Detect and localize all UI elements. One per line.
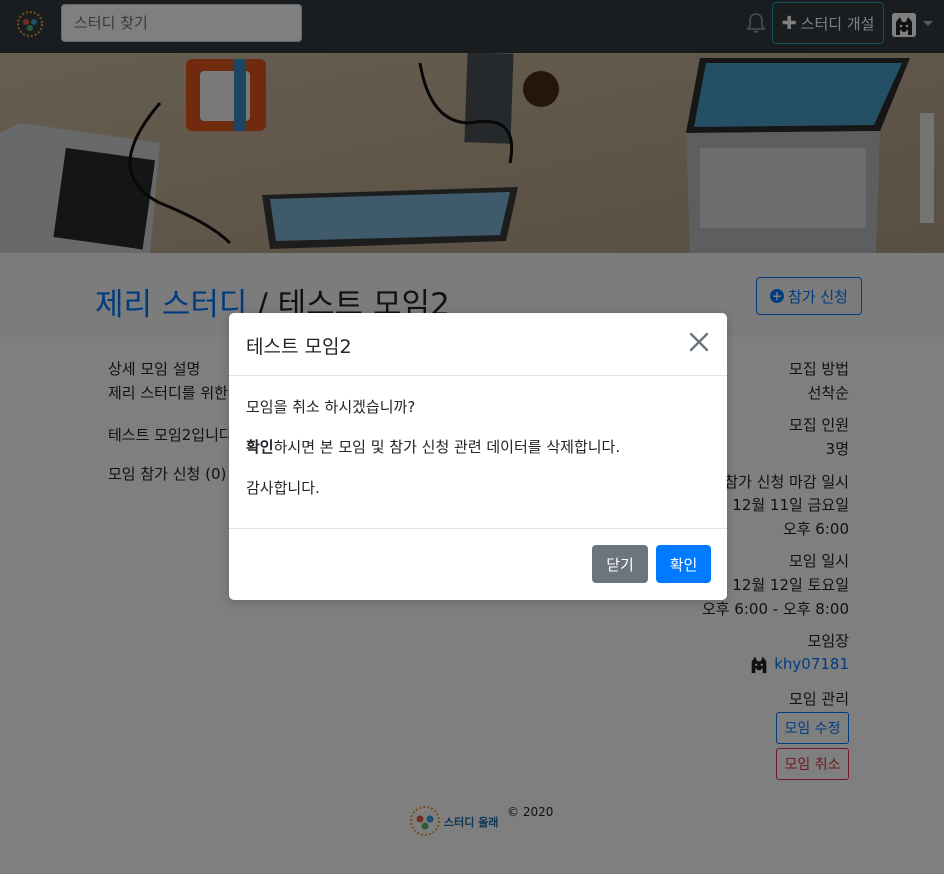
modal-line3: 감사합니다. [246, 479, 320, 497]
modal-line2-rest: 하시면 본 모임 및 참가 신청 관련 데이터를 삭제합니다. [273, 438, 621, 456]
close-icon[interactable] [688, 331, 710, 353]
modal-line2-bold: 확인 [246, 438, 274, 456]
modal-title: 테스트 모임2 [246, 336, 352, 358]
modal-header: 테스트 모임2 [229, 313, 727, 376]
cancel-confirm-modal: 테스트 모임2 모임을 취소 하시겠습니까? 확인하시면 본 모임 및 참가 신… [229, 313, 727, 600]
modal-footer [229, 528, 727, 600]
modal-confirm-button[interactable]: 확인 [656, 545, 711, 583]
modal-line1: 모임을 취소 하시겠습니까? [246, 398, 416, 416]
modal-close-button[interactable]: 닫기 [592, 545, 648, 583]
modal-line2: 확인하시면 본 모임 및 참가 신청 관련 데이터를 삭제합니다. [246, 436, 620, 457]
